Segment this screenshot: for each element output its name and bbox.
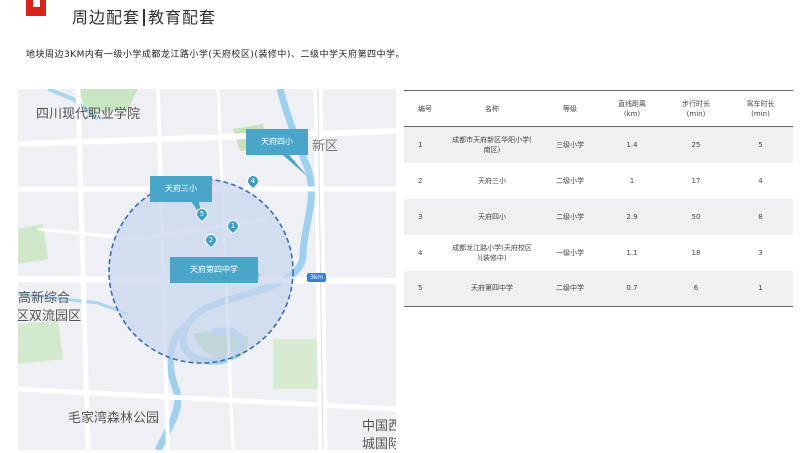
map-label-city-intl: 城国际: [362, 436, 396, 450]
cell-no: 4: [418, 248, 423, 257]
cell-distance: 1: [629, 176, 635, 185]
map-label-park: 毛家湾森林公园: [68, 410, 160, 425]
header-walk-time: 步行时长 (min): [664, 90, 728, 127]
cell-grade: 二级中学: [540, 270, 600, 307]
table-row: 2 天府三小 二级小学 1 17 4: [404, 163, 793, 199]
cell-grade: 三级小学: [556, 140, 584, 149]
map-panel[interactable]: 四川现代职业学院 新区 高新综合 区双流园区 毛家湾森林公园 中国西 城国际 3…: [18, 89, 396, 450]
brand-mark: [26, 0, 46, 16]
cell-walk-time: 6: [664, 270, 728, 307]
map-label-shuangliu: 区双流园区: [18, 308, 82, 323]
map-label-china-west: 中国西: [362, 418, 396, 433]
header-drive-time: 驾车时长 (min): [728, 90, 793, 127]
map-label-gaoxin: 高新综合: [18, 290, 71, 305]
title-left: 周边配套: [72, 8, 141, 27]
table-row: 1 成都市天府新区华阳小学(南区) 三级小学 1.4 25 5: [404, 126, 793, 163]
callout-tianfu-3rd-primary[interactable]: 天府三小: [150, 176, 212, 202]
cell-grade: 一级小学: [556, 248, 584, 257]
cell-name: 天府三小: [478, 176, 506, 185]
cell-no: 2: [418, 176, 423, 185]
green-area: [18, 321, 63, 364]
schools-table-container: 编号 名称 等级 直线距离 (km) 步行时长 (min) 驾车时长 (min) 1 …: [404, 90, 793, 307]
table-row: 4 成都龙江路小学(天府校区)(装修中) 一级小学 1.1 18 3: [404, 235, 793, 271]
header-name: 名称: [444, 90, 540, 127]
cell-drive-time: 4: [758, 176, 763, 185]
road: [18, 386, 396, 412]
cell-distance: 1.4: [626, 140, 638, 149]
map-label-new-area: 新区: [312, 138, 339, 153]
cell-grade: 二级小学: [556, 212, 584, 221]
cell-walk-time: 17: [691, 176, 701, 185]
cell-no: 5: [404, 270, 444, 307]
header-distance: 直线距离 (km): [600, 90, 664, 127]
cell-name: 成都市天府新区华阳小学(南区): [452, 135, 532, 154]
callout-tianfu-4th-primary[interactable]: 天府四小: [246, 129, 308, 155]
cell-name: 天府第四中学: [444, 270, 540, 307]
map-label-college: 四川现代职业学院: [36, 106, 141, 121]
cell-walk-time: 25: [691, 140, 701, 149]
cell-distance: 1.1: [626, 248, 638, 257]
schools-table: 编号 名称 等级 直线距离 (km) 步行时长 (min) 驾车时长 (min) 1 …: [404, 90, 793, 307]
cell-grade: 二级小学: [556, 176, 584, 185]
cell-drive-time: 5: [758, 140, 763, 149]
green-area: [273, 339, 318, 389]
road: [18, 128, 396, 147]
title-separator: [143, 9, 146, 26]
intro-text: 地块周边3KM内有一级小学成都龙江路小学(天府校区)(装修中)、二级中学天府第四…: [26, 50, 405, 60]
cell-no: 3: [418, 212, 423, 221]
cell-drive-time: 3: [758, 248, 763, 257]
cell-name: 天府四小: [478, 212, 506, 221]
cell-drive-time: 1: [728, 270, 793, 307]
distance-tag-3km: 3km: [307, 273, 327, 282]
callout-tianfu-4th-middle[interactable]: 天府第四中学: [170, 257, 258, 283]
cell-walk-time: 18: [691, 248, 701, 257]
cell-walk-time: 50: [691, 212, 701, 221]
cell-name: 成都龙江路小学(天府校区)(装修中): [452, 243, 532, 262]
cell-distance: 2.9: [626, 212, 638, 221]
cell-distance: 0.7: [600, 270, 664, 307]
cell-drive-time: 8: [758, 212, 763, 221]
table-row: 5 天府第四中学 二级中学 0.7 6 1: [404, 270, 793, 307]
title-right: 教育配套: [148, 8, 217, 27]
table-row: 3 天府四小 二级小学 2.9 50 8: [404, 198, 793, 235]
page-title: 周边配套 教育配套: [72, 4, 216, 28]
header-grade: 等级: [540, 90, 600, 127]
header-no: 编号: [404, 90, 444, 127]
table-header-row: 编号 名称 等级 直线距离 (km) 步行时长 (min) 驾车时长 (min): [404, 90, 793, 127]
cell-no: 1: [418, 140, 423, 149]
